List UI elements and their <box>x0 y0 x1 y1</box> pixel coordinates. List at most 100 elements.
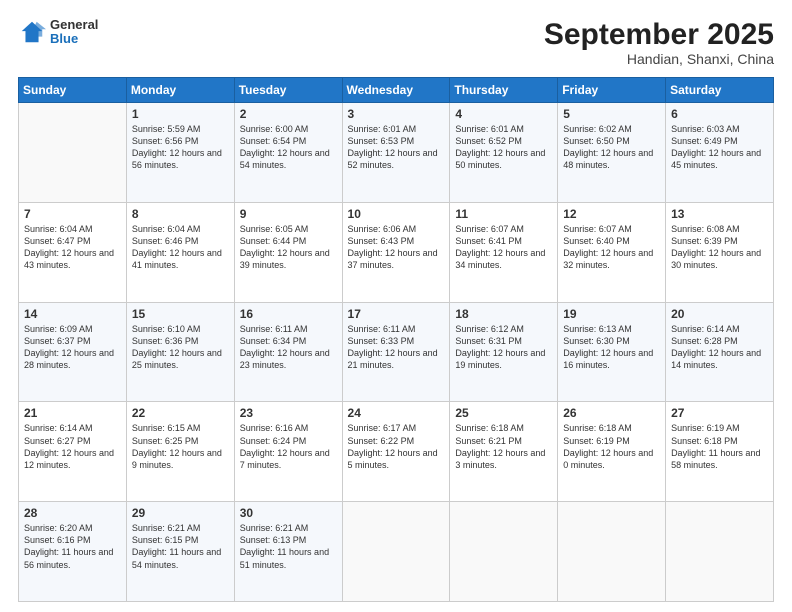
calendar-cell: 5 Sunrise: 6:02 AMSunset: 6:50 PMDaylight… <box>558 103 666 203</box>
day-info: Sunrise: 6:14 AMSunset: 6:28 PMDaylight:… <box>671 323 768 372</box>
day-number: 12 <box>563 207 660 221</box>
day-info: Sunrise: 6:05 AMSunset: 6:44 PMDaylight:… <box>240 223 337 272</box>
day-number: 25 <box>455 406 552 420</box>
title-block: September 2025 Handian, Shanxi, China <box>544 18 774 67</box>
calendar-cell: 6Sunrise: 6:03 AMSunset: 6:49 PMDaylight… <box>666 103 774 203</box>
day-number: 5 <box>563 107 660 121</box>
calendar-cell: 4 Sunrise: 6:01 AMSunset: 6:52 PMDaylight… <box>450 103 558 203</box>
calendar-cell: 17Sunrise: 6:11 AMSunset: 6:33 PMDayligh… <box>342 302 450 402</box>
day-number: 3 <box>348 107 445 121</box>
calendar-header-wednesday: Wednesday <box>342 78 450 103</box>
logo-text: General Blue <box>50 18 98 47</box>
calendar-cell <box>19 103 127 203</box>
calendar-cell: 18 Sunrise: 6:12 AMSunset: 6:31 PMDayligh… <box>450 302 558 402</box>
day-number: 13 <box>671 207 768 221</box>
day-info: Sunrise: 6:04 AMSunset: 6:47 PMDaylight:… <box>24 223 121 272</box>
day-number: 30 <box>240 506 337 520</box>
calendar-cell: 28 Sunrise: 6:20 AMSunset: 6:16 PMDayligh… <box>19 502 127 602</box>
day-info: Sunrise: 6:14 AMSunset: 6:27 PMDaylight:… <box>24 422 121 471</box>
calendar-cell: 16Sunrise: 6:11 AMSunset: 6:34 PMDayligh… <box>234 302 342 402</box>
day-info: Sunrise: 6:04 AMSunset: 6:46 PMDaylight:… <box>132 223 229 272</box>
day-info: Sunrise: 6:13 AMSunset: 6:30 PMDaylight:… <box>563 323 660 372</box>
calendar-table: SundayMondayTuesdayWednesdayThursdayFrid… <box>18 77 774 602</box>
day-number: 20 <box>671 307 768 321</box>
calendar-week-row: 1 Sunrise: 5:59 AMSunset: 6:56 PMDaylight… <box>19 103 774 203</box>
day-info: Sunrise: 6:19 AMSunset: 6:18 PMDaylight:… <box>671 422 768 471</box>
day-number: 8 <box>132 207 229 221</box>
location: Handian, Shanxi, China <box>544 51 774 67</box>
day-info: Sunrise: 6:11 AMSunset: 6:34 PMDaylight:… <box>240 323 337 372</box>
calendar-cell: 8 Sunrise: 6:04 AMSunset: 6:46 PMDaylight… <box>126 202 234 302</box>
calendar-cell: 25 Sunrise: 6:18 AMSunset: 6:21 PMDayligh… <box>450 402 558 502</box>
day-info: Sunrise: 6:03 AMSunset: 6:49 PMDaylight:… <box>671 123 768 172</box>
day-info: Sunrise: 6:20 AMSunset: 6:16 PMDaylight:… <box>24 522 121 571</box>
day-info: Sunrise: 5:59 AMSunset: 6:56 PMDaylight:… <box>132 123 229 172</box>
day-info: Sunrise: 6:08 AMSunset: 6:39 PMDaylight:… <box>671 223 768 272</box>
day-info: Sunrise: 6:07 AMSunset: 6:41 PMDaylight:… <box>455 223 552 272</box>
day-info: Sunrise: 6:01 AMSunset: 6:53 PMDaylight:… <box>348 123 445 172</box>
calendar-cell: 26Sunrise: 6:18 AMSunset: 6:19 PMDayligh… <box>558 402 666 502</box>
day-number: 18 <box>455 307 552 321</box>
calendar-header-saturday: Saturday <box>666 78 774 103</box>
month-title: September 2025 <box>544 18 774 51</box>
calendar-cell: 10 Sunrise: 6:06 AMSunset: 6:43 PMDayligh… <box>342 202 450 302</box>
header: General Blue September 2025 Handian, Sha… <box>18 18 774 67</box>
day-info: Sunrise: 6:10 AMSunset: 6:36 PMDaylight:… <box>132 323 229 372</box>
logo-blue: Blue <box>50 32 98 46</box>
calendar-cell <box>450 502 558 602</box>
day-info: Sunrise: 6:17 AMSunset: 6:22 PMDaylight:… <box>348 422 445 471</box>
day-number: 28 <box>24 506 121 520</box>
calendar-cell: 2Sunrise: 6:00 AMSunset: 6:54 PMDaylight… <box>234 103 342 203</box>
day-info: Sunrise: 6:18 AMSunset: 6:21 PMDaylight:… <box>455 422 552 471</box>
calendar-cell: 20 Sunrise: 6:14 AMSunset: 6:28 PMDayligh… <box>666 302 774 402</box>
day-number: 2 <box>240 107 337 121</box>
calendar-week-row: 7 Sunrise: 6:04 AMSunset: 6:47 PMDaylight… <box>19 202 774 302</box>
calendar-header-row: SundayMondayTuesdayWednesdayThursdayFrid… <box>19 78 774 103</box>
calendar-cell: 3 Sunrise: 6:01 AMSunset: 6:53 PMDaylight… <box>342 103 450 203</box>
calendar-header-tuesday: Tuesday <box>234 78 342 103</box>
calendar-cell <box>666 502 774 602</box>
calendar-cell: 9 Sunrise: 6:05 AMSunset: 6:44 PMDaylight… <box>234 202 342 302</box>
calendar-cell: 21 Sunrise: 6:14 AMSunset: 6:27 PMDayligh… <box>19 402 127 502</box>
day-info: Sunrise: 6:01 AMSunset: 6:52 PMDaylight:… <box>455 123 552 172</box>
logo-icon <box>18 18 46 46</box>
logo: General Blue <box>18 18 98 47</box>
day-number: 29 <box>132 506 229 520</box>
day-info: Sunrise: 6:02 AMSunset: 6:50 PMDaylight:… <box>563 123 660 172</box>
calendar-cell: 12 Sunrise: 6:07 AMSunset: 6:40 PMDayligh… <box>558 202 666 302</box>
calendar-cell: 15 Sunrise: 6:10 AMSunset: 6:36 PMDayligh… <box>126 302 234 402</box>
calendar-week-row: 14Sunrise: 6:09 AMSunset: 6:37 PMDayligh… <box>19 302 774 402</box>
calendar-cell: 24 Sunrise: 6:17 AMSunset: 6:22 PMDayligh… <box>342 402 450 502</box>
day-info: Sunrise: 6:16 AMSunset: 6:24 PMDaylight:… <box>240 422 337 471</box>
day-info: Sunrise: 6:06 AMSunset: 6:43 PMDaylight:… <box>348 223 445 272</box>
calendar-cell: 14Sunrise: 6:09 AMSunset: 6:37 PMDayligh… <box>19 302 127 402</box>
page: General Blue September 2025 Handian, Sha… <box>0 0 792 612</box>
calendar-cell: 23Sunrise: 6:16 AMSunset: 6:24 PMDayligh… <box>234 402 342 502</box>
day-number: 7 <box>24 207 121 221</box>
day-number: 10 <box>348 207 445 221</box>
day-number: 15 <box>132 307 229 321</box>
day-number: 9 <box>240 207 337 221</box>
day-number: 22 <box>132 406 229 420</box>
day-number: 11 <box>455 207 552 221</box>
day-number: 19 <box>563 307 660 321</box>
calendar-cell: 27Sunrise: 6:19 AMSunset: 6:18 PMDayligh… <box>666 402 774 502</box>
day-number: 17 <box>348 307 445 321</box>
day-number: 4 <box>455 107 552 121</box>
day-number: 24 <box>348 406 445 420</box>
calendar-header-sunday: Sunday <box>19 78 127 103</box>
calendar-header-friday: Friday <box>558 78 666 103</box>
calendar-cell: 22 Sunrise: 6:15 AMSunset: 6:25 PMDayligh… <box>126 402 234 502</box>
day-info: Sunrise: 6:07 AMSunset: 6:40 PMDaylight:… <box>563 223 660 272</box>
day-info: Sunrise: 6:18 AMSunset: 6:19 PMDaylight:… <box>563 422 660 471</box>
calendar-header-thursday: Thursday <box>450 78 558 103</box>
calendar-cell: 13 Sunrise: 6:08 AMSunset: 6:39 PMDayligh… <box>666 202 774 302</box>
calendar-header-monday: Monday <box>126 78 234 103</box>
calendar-week-row: 21 Sunrise: 6:14 AMSunset: 6:27 PMDayligh… <box>19 402 774 502</box>
day-info: Sunrise: 6:21 AMSunset: 6:13 PMDaylight:… <box>240 522 337 571</box>
day-info: Sunrise: 6:12 AMSunset: 6:31 PMDaylight:… <box>455 323 552 372</box>
day-info: Sunrise: 6:15 AMSunset: 6:25 PMDaylight:… <box>132 422 229 471</box>
calendar-cell: 7 Sunrise: 6:04 AMSunset: 6:47 PMDaylight… <box>19 202 127 302</box>
day-number: 21 <box>24 406 121 420</box>
day-number: 1 <box>132 107 229 121</box>
